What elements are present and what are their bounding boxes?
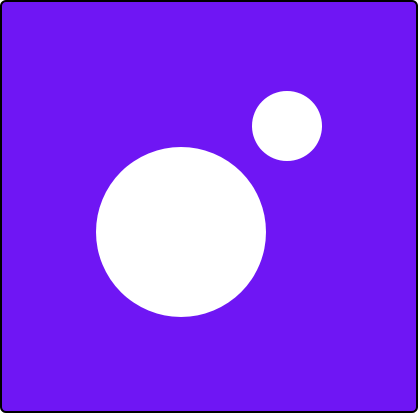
large-circle-shape <box>96 147 266 317</box>
app-logo-icon <box>0 0 418 413</box>
small-circle-shape <box>252 91 322 161</box>
